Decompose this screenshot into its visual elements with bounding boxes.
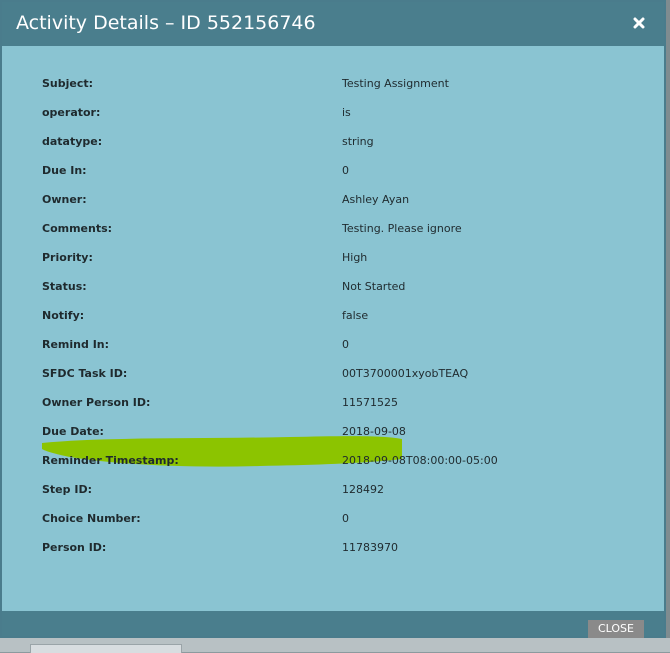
field-value: 2018-09-08	[342, 425, 406, 438]
field-value: 11571525	[342, 396, 398, 409]
field-label: Due Date:	[42, 425, 104, 438]
field-row-step-id: Step ID: 128492	[42, 483, 642, 503]
field-value: 11783970	[342, 541, 398, 554]
field-label: Subject:	[42, 77, 94, 90]
field-value: 0	[342, 338, 349, 351]
field-label: Choice Number:	[42, 512, 141, 525]
close-icon[interactable]	[628, 12, 650, 34]
field-value: string	[342, 135, 374, 148]
field-value: 128492	[342, 483, 384, 496]
field-label: Remind In:	[42, 338, 110, 351]
field-value: Testing Assignment	[342, 77, 449, 90]
field-label: Step ID:	[42, 483, 92, 496]
field-row-priority: Priority: High	[42, 251, 642, 271]
field-label: operator:	[42, 106, 101, 119]
field-value: 2018-09-08T08:00:00-05:00	[342, 454, 498, 467]
field-row-choice-number: Choice Number: 0	[42, 512, 642, 532]
field-label: Comments:	[42, 222, 113, 235]
field-label: Owner Person ID:	[42, 396, 151, 409]
dialog-title: Activity Details – ID 552156746	[16, 12, 316, 34]
field-value: Not Started	[342, 280, 406, 293]
field-row-comments: Comments: Testing. Please ignore	[42, 222, 642, 242]
field-value: is	[342, 106, 351, 119]
field-row-owner-person-id: Owner Person ID: 11571525	[42, 396, 642, 416]
field-label: Owner:	[42, 193, 87, 206]
field-row-due-in: Due In: 0	[42, 164, 642, 184]
field-value: 0	[342, 164, 349, 177]
dialog-titlebar: Activity Details – ID 552156746	[2, 2, 664, 46]
field-label: datatype:	[42, 135, 103, 148]
field-label: Priority:	[42, 251, 93, 264]
field-row-owner: Owner: Ashley Ayan	[42, 193, 642, 213]
field-value: false	[342, 309, 369, 322]
field-row-remind-in: Remind In: 0	[42, 338, 642, 358]
field-value: Ashley Ayan	[342, 193, 410, 206]
field-label: Notify:	[42, 309, 85, 322]
field-label: SFDC Task ID:	[42, 367, 128, 380]
field-row-due-date: Due Date: 2018-09-08	[42, 425, 642, 445]
field-value: High	[342, 251, 368, 264]
field-label: Reminder Timestamp:	[42, 454, 179, 467]
field-row-status: Status: Not Started	[42, 280, 642, 300]
field-label: Person ID:	[42, 541, 107, 554]
field-row-datatype: datatype: string	[42, 135, 642, 155]
field-row-reminder-timestamp: Reminder Timestamp: 2018-09-08T08:00:00-…	[42, 454, 642, 474]
field-label: Status:	[42, 280, 87, 293]
field-row-notify: Notify: false	[42, 309, 642, 329]
field-value: 00T3700001xyobTEAQ	[342, 367, 469, 380]
field-value: Testing. Please ignore	[342, 222, 462, 235]
dialog-body: Subject: Testing Assignment operator: is…	[2, 46, 664, 611]
dialog-footer: CLOSE	[2, 611, 664, 638]
field-label: Due In:	[42, 164, 87, 177]
field-value: 0	[342, 512, 349, 525]
activity-details-dialog: Activity Details – ID 552156746 Subject:…	[0, 0, 666, 638]
field-row-sfdc-task-id: SFDC Task ID: 00T3700001xyobTEAQ	[42, 367, 642, 387]
field-row-person-id: Person ID: 11783970	[42, 541, 642, 561]
field-row-operator: operator: is	[42, 106, 642, 126]
close-button[interactable]: CLOSE	[588, 620, 644, 638]
field-row-subject: Subject: Testing Assignment	[42, 77, 642, 97]
